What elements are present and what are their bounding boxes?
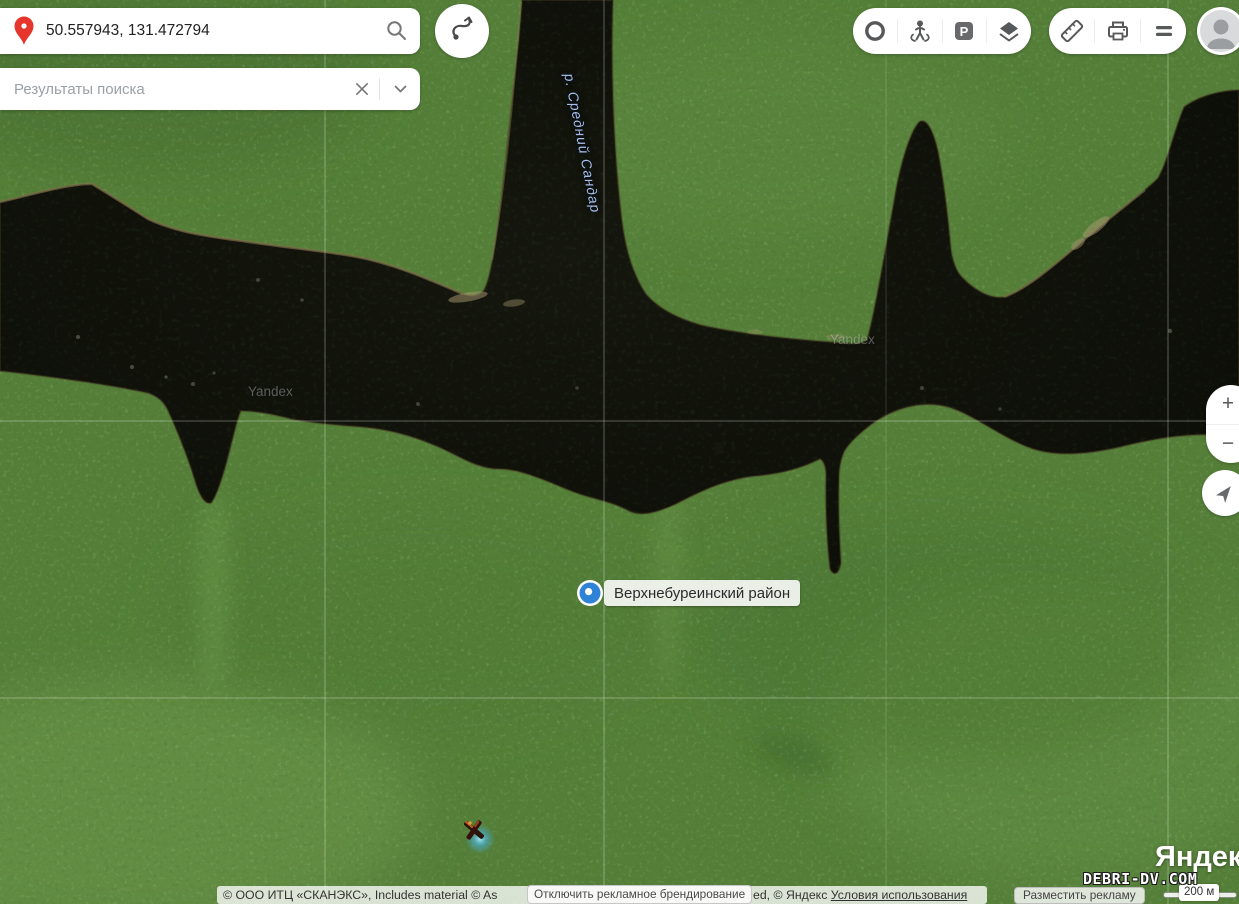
close-icon[interactable] xyxy=(345,68,379,110)
yandex-maps-app: Yandex Yandex р. Средний Сандар Верхнебу… xyxy=(0,0,1239,904)
parking-icon: P xyxy=(952,19,976,43)
copyright-text: © ООО ИТЦ «СКАНЭКС», Includes material ©… xyxy=(223,886,497,904)
utility-tools-group xyxy=(1049,8,1186,54)
ruler-button[interactable] xyxy=(1049,8,1094,54)
traffic-button[interactable] xyxy=(853,8,897,54)
geolocation-arrow-icon xyxy=(1214,482,1236,504)
layers-button[interactable] xyxy=(987,8,1031,54)
chevron-down-icon[interactable] xyxy=(380,68,420,110)
parking-button[interactable]: P xyxy=(943,8,987,54)
search-results-bar[interactable]: Результаты поиска xyxy=(0,68,420,110)
disable-ad-branding-button[interactable]: Отключить рекламное брендирование xyxy=(527,885,752,904)
zoom-in-button[interactable]: + xyxy=(1206,385,1239,425)
routes-button[interactable] xyxy=(435,4,489,58)
zoom-out-button[interactable]: − xyxy=(1206,425,1239,464)
search-bar xyxy=(0,8,420,54)
search-icon[interactable] xyxy=(374,8,420,54)
forest-texture-dark xyxy=(0,0,1239,904)
profile-avatar[interactable] xyxy=(1197,7,1239,55)
printer-icon xyxy=(1105,18,1131,44)
menu-button[interactable] xyxy=(1141,8,1186,54)
map-tools-group: P xyxy=(853,8,1031,54)
avatar xyxy=(1200,10,1239,52)
district-marker-dot[interactable] xyxy=(576,579,604,607)
results-placeholder: Результаты поиска xyxy=(14,81,345,98)
zoom-controls: + − xyxy=(1206,385,1239,463)
menu-icon xyxy=(1153,20,1175,42)
layers-icon xyxy=(997,19,1021,43)
panoramas-button[interactable] xyxy=(898,8,942,54)
copyright-yandex-text: ed, © Яндекс xyxy=(753,888,831,902)
yandex-logo: Яндекс xyxy=(1155,841,1239,874)
route-icon xyxy=(449,16,475,47)
svg-text:P: P xyxy=(960,24,969,39)
ruler-icon xyxy=(1059,18,1085,44)
traffic-ring-icon xyxy=(863,19,887,43)
print-button[interactable] xyxy=(1095,8,1140,54)
district-label[interactable]: Верхнебуреинский район xyxy=(604,580,800,606)
map-pin-icon xyxy=(13,16,35,46)
satellite-map-canvas[interactable] xyxy=(0,0,1239,904)
copyright-yandex: ed, © Яндекс Условия использования xyxy=(753,886,967,904)
yandex-map-watermark: Yandex xyxy=(248,384,293,399)
yandex-map-watermark: Yandex xyxy=(830,332,875,347)
search-input[interactable] xyxy=(44,21,374,41)
place-ad-button[interactable]: Разместить рекламу xyxy=(1014,887,1145,904)
terms-of-use-link[interactable]: Условия использования xyxy=(831,888,967,902)
panorama-person-icon xyxy=(908,19,932,43)
